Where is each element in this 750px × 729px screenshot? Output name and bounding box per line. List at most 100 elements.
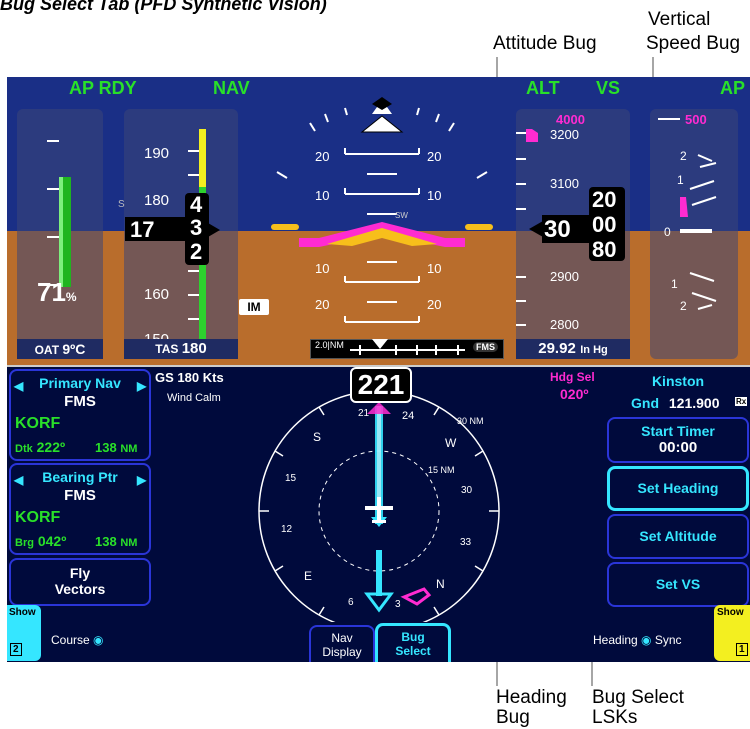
engine-gauge <box>47 140 71 287</box>
compass-21: 21 <box>358 408 370 419</box>
dtk-dist-unit: NM <box>120 443 138 455</box>
show-right-button[interactable]: Show 1 <box>714 605 750 661</box>
vsi-mark-2-up: 2 <box>680 149 687 163</box>
alt-tick-3100: 3100 <box>550 176 579 191</box>
as-tick-180: 180 <box>144 192 170 209</box>
set-altitude-lsk[interactable]: Set Altitude <box>607 514 749 559</box>
baro-unit: In Hg <box>580 344 608 356</box>
pitch-label-m10-left: 10 <box>315 261 330 276</box>
airspeed-big: 17 <box>130 217 155 242</box>
engine-percent: 71% <box>37 277 77 308</box>
oat-value: 9ºC <box>62 341 86 357</box>
wind-readout: Wind Calm <box>167 392 221 404</box>
hdg-sel-value: 020º <box>560 386 589 402</box>
vsi-mark-2-down: 2 <box>680 299 687 313</box>
range-15nm: 15 NM <box>428 465 455 475</box>
brg-dist-unit: NM <box>120 537 138 549</box>
tab-bug-select[interactable]: Bug Select <box>375 623 451 662</box>
course-knob-icon: ◉ <box>93 633 104 647</box>
ap-rdy-annunciator: AP RDY <box>69 78 137 98</box>
set-heading-lsk[interactable]: Set Heading <box>607 466 749 511</box>
heading-readout: 221 <box>350 367 412 403</box>
display-screen: AP RDY NAV ALT VS AP 71% OAT 9ºC 190 180… <box>7 77 750 662</box>
heading-sync-knob[interactable]: Heading ◉ Sync <box>593 633 682 647</box>
airspeed-pointer <box>208 223 220 237</box>
primary-nav-lsk[interactable]: ◀ ▶ Primary Nav FMS KORF Dtk 222º 138 NM <box>9 369 151 461</box>
set-heading-label: Set Heading <box>637 480 719 496</box>
oat-label: OAT <box>34 343 60 357</box>
course-knob-label[interactable]: Course ◉ <box>51 633 104 647</box>
attitude-indicator <box>271 97 493 323</box>
bearing-wpt: KORF <box>15 509 61 526</box>
show-left-button[interactable]: Show 2 <box>7 605 41 661</box>
baro-box: 29.92 In Hg <box>516 339 630 359</box>
compass-15: 15 <box>285 473 297 484</box>
altitude-roll-top: 20 <box>592 187 617 212</box>
compass-24: 24 <box>402 410 415 422</box>
pitch-label-20-left: 20 <box>315 149 330 164</box>
tab-nav-display-l2: Display <box>322 645 362 659</box>
fly-vectors-lsk[interactable]: Fly Vectors <box>9 558 151 606</box>
ap-annunciator: AP <box>720 78 746 98</box>
course-label: Course <box>51 633 90 647</box>
vsi-mark-0: 0 <box>664 225 671 239</box>
freq-row: Gnd 121.900 Rx <box>631 395 748 411</box>
compass-30: 30 <box>461 485 473 496</box>
gs-label: GS <box>155 370 174 385</box>
altitude-roll-mid: 00 <box>592 212 617 237</box>
engine-percent-value: 71 <box>37 277 66 307</box>
altitude-readout: 30 <box>542 215 590 243</box>
dtk-dist-row: 138 NM <box>95 440 137 455</box>
bearing-source: FMS <box>64 487 96 504</box>
compass-33: 33 <box>460 537 472 548</box>
fly-vectors-l1: Fly <box>69 565 91 581</box>
alt-tick-2800: 2800 <box>550 317 579 332</box>
compass-s: S <box>313 430 322 444</box>
brg-row: Brg 042º <box>15 533 66 549</box>
brg-value: 042º <box>37 533 67 549</box>
heading-knob-icon: ◉ <box>641 633 652 647</box>
pitch-label-10-right: 10 <box>427 188 442 203</box>
tab-nav-display[interactable]: Nav Display <box>309 625 375 662</box>
primary-nav-source: FMS <box>64 393 96 410</box>
airspeed-readout: 17 <box>125 217 185 242</box>
show-right-num: 1 <box>736 643 748 656</box>
alt-annunciator: ALT <box>526 78 560 98</box>
dtk-value: 222º <box>36 439 66 455</box>
pitch-label-m20-left: 20 <box>315 297 330 312</box>
set-vs-lsk[interactable]: Set VS <box>607 562 749 607</box>
as-s-marker: S <box>118 199 125 210</box>
tab-bug-select-l2: Select <box>395 644 431 658</box>
freq-value: 121.900 <box>668 395 720 411</box>
gs-value: 180 <box>177 370 200 385</box>
oat-box: OAT 9ºC <box>17 339 103 359</box>
start-timer-lsk[interactable]: Start Timer 00:00 <box>607 417 749 463</box>
tas-box: TAS 180 <box>124 339 238 359</box>
tab-nav-display-l1: Nav <box>331 631 353 645</box>
show-left-label: Show <box>9 607 36 618</box>
show-left-num: 2 <box>10 643 22 656</box>
range-30nm: 30 NM <box>457 416 484 426</box>
vs-annunciator: VS <box>596 78 621 98</box>
dtk-label: Dtk <box>15 443 33 455</box>
airspeed-roll-mid: 3 <box>190 215 203 240</box>
altitude-pointer <box>529 221 543 237</box>
scale-ticks <box>350 339 465 355</box>
pitch-label-20-right: 20 <box>427 149 442 164</box>
gs-unit: Kts <box>202 370 224 385</box>
engine-percent-unit: % <box>65 290 77 304</box>
brg-label: Brg <box>15 537 34 549</box>
pitch-label-m10-right: 10 <box>427 261 442 276</box>
timer-value: 00:00 <box>658 439 698 456</box>
fly-vectors-l2: Vectors <box>54 581 106 597</box>
compass-6: 6 <box>348 597 354 608</box>
altitude-big: 30 <box>544 216 571 243</box>
primary-nav-label: Primary Nav <box>39 375 121 391</box>
altitude-bug-value: 4000 <box>556 112 585 127</box>
bearing-ptr-label: Bearing Ptr <box>42 469 118 485</box>
dtk-dist: 138 <box>95 440 117 455</box>
set-vs-label: Set VS <box>655 576 701 592</box>
bearing-ptr-lsk[interactable]: ◀ ▶ Bearing Ptr FMS KORF Brg 042º 138 NM <box>9 463 151 555</box>
altitude-roll-bot: 80 <box>592 237 617 262</box>
start-timer-label: Start Timer <box>641 423 715 439</box>
